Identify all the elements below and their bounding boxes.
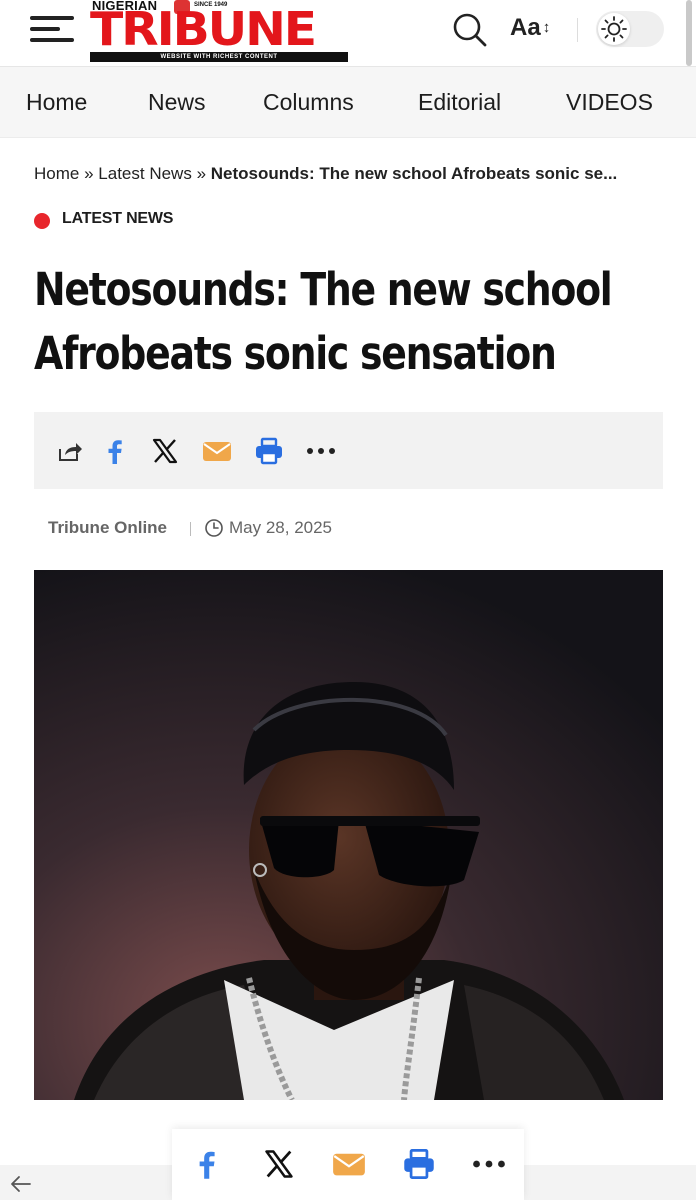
article-title-line-1: Netosounds: The new school bbox=[34, 263, 613, 316]
toggle-knob bbox=[598, 13, 630, 45]
scrollbar[interactable] bbox=[686, 0, 692, 66]
breadcrumb-current: Netosounds: The new school Afrobeats son… bbox=[210, 164, 618, 183]
breadcrumb: Home » Latest News » Netosounds: The new… bbox=[34, 164, 664, 184]
nav-item-videos[interactable]: VIDEOS bbox=[566, 89, 653, 116]
x-icon bbox=[265, 1150, 293, 1178]
author-link[interactable]: Tribune Online bbox=[48, 518, 167, 538]
clock-icon bbox=[205, 519, 223, 537]
category-text: LATEST NEWS bbox=[62, 210, 174, 227]
featured-image[interactable] bbox=[34, 570, 663, 1100]
font-size-arrows: ↕ bbox=[542, 19, 551, 36]
more-icon bbox=[307, 448, 335, 454]
font-size-icon: Aa bbox=[510, 14, 541, 41]
share-icon bbox=[59, 443, 82, 461]
breadcrumb-separator: » bbox=[196, 164, 207, 183]
share-button[interactable] bbox=[54, 436, 84, 466]
more-share-button[interactable] bbox=[306, 436, 336, 466]
sun-icon bbox=[601, 16, 627, 42]
nav-item-columns[interactable]: Columns bbox=[263, 89, 354, 116]
nav-item-home[interactable]: Home bbox=[26, 89, 87, 116]
sticky-print-button[interactable] bbox=[402, 1147, 436, 1181]
back-arrow-icon[interactable] bbox=[8, 1174, 32, 1194]
featured-photo bbox=[34, 570, 663, 1100]
font-size-button[interactable]: Aa ↕ bbox=[510, 14, 558, 44]
email-share-button[interactable] bbox=[202, 436, 232, 466]
facebook-icon bbox=[199, 1151, 215, 1179]
print-button[interactable] bbox=[254, 436, 284, 466]
sticky-more-button[interactable] bbox=[472, 1147, 506, 1181]
facebook-share-button[interactable] bbox=[100, 436, 130, 466]
article-title: Netosounds: The new school Afrobeats son… bbox=[34, 258, 613, 386]
x-icon bbox=[152, 438, 178, 464]
sticky-facebook-button[interactable] bbox=[190, 1147, 224, 1181]
header-divider bbox=[577, 18, 578, 42]
nav-item-news[interactable]: News bbox=[148, 89, 206, 116]
email-icon bbox=[203, 442, 231, 461]
category-dot-icon bbox=[34, 213, 50, 229]
logo-tagline: WEBSITE WITH RICHEST CONTENT bbox=[90, 52, 348, 62]
search-button[interactable] bbox=[452, 12, 488, 48]
print-icon bbox=[256, 437, 282, 465]
x-share-button[interactable] bbox=[150, 436, 180, 466]
publish-date: May 28, 2025 bbox=[229, 518, 333, 537]
article-title-line-2: Afrobeats sonic sensation bbox=[34, 327, 557, 380]
share-bar bbox=[34, 412, 663, 489]
site-logo[interactable]: NIGERIAN SINCE 1949 TRIBUNE WEBSITE WITH… bbox=[90, 0, 348, 62]
logo-wordmark: TRIBUNE bbox=[90, 2, 317, 56]
sticky-x-button[interactable] bbox=[262, 1147, 296, 1181]
more-icon bbox=[473, 1160, 505, 1168]
main-nav: Home News Columns Editorial VIDEOS bbox=[0, 67, 696, 138]
search-icon bbox=[453, 13, 487, 47]
print-icon bbox=[404, 1149, 434, 1179]
menu-icon[interactable] bbox=[30, 14, 76, 44]
sticky-share-bar bbox=[172, 1129, 524, 1200]
facebook-icon bbox=[108, 440, 122, 464]
email-icon bbox=[333, 1153, 365, 1176]
dark-mode-toggle[interactable] bbox=[596, 11, 664, 47]
breadcrumb-separator: » bbox=[84, 164, 94, 183]
site-header: NIGERIAN SINCE 1949 TRIBUNE WEBSITE WITH… bbox=[0, 0, 696, 67]
breadcrumb-home[interactable]: Home bbox=[34, 164, 79, 183]
nav-item-editorial[interactable]: Editorial bbox=[418, 89, 501, 116]
sticky-email-button[interactable] bbox=[332, 1147, 366, 1181]
meta-divider bbox=[190, 522, 191, 536]
breadcrumb-section[interactable]: Latest News bbox=[98, 164, 192, 183]
